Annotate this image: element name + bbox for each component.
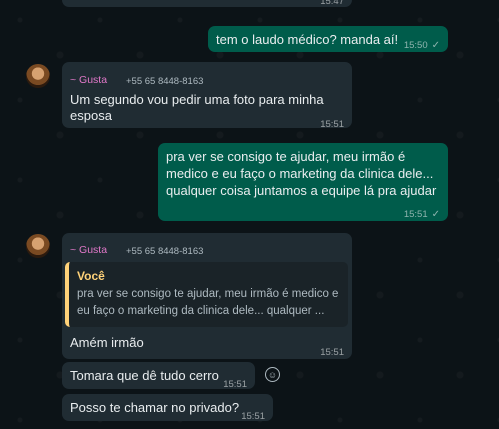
sender-phone: +55 65 8448-8163 bbox=[126, 76, 204, 87]
message-text: Posso te chamar no privado? bbox=[70, 400, 240, 415]
message-time: 15:51 bbox=[320, 347, 344, 358]
message-text-line-3: qualquer coisa juntamos a equipe lá pra … bbox=[166, 183, 437, 198]
sent-check-icon: ✓ bbox=[431, 209, 440, 220]
message-time: 15:50 ✓ bbox=[404, 36, 440, 55]
message-bubble-incoming[interactable]: Posso te chamar no privado? 15:51 bbox=[62, 394, 273, 422]
message-bubble-incoming[interactable]: ~ Gusta +55 65 8448-8163 Você pra ver se… bbox=[62, 233, 352, 359]
sender-name[interactable]: ~ Gusta bbox=[70, 71, 107, 90]
message-bubble-outgoing[interactable]: tem o laudo médico? manda aí! 15:50 ✓ bbox=[208, 26, 448, 52]
message-time: 15:51 bbox=[320, 119, 344, 130]
sent-check-icon: ✓ bbox=[431, 40, 440, 51]
avatar[interactable] bbox=[26, 64, 50, 88]
message-bubble-outgoing[interactable]: pra ver se consigo te ajudar, meu irmão … bbox=[158, 143, 448, 221]
quote-text-line-2: eu faço o marketing da clinica dele... q… bbox=[77, 305, 325, 317]
sender-phone: +55 65 8448-8163 bbox=[126, 246, 204, 257]
message-time: 15:51 bbox=[223, 379, 247, 390]
smiley-icon[interactable]: ☺ bbox=[265, 367, 280, 382]
quoted-message[interactable]: Você pra ver se consigo te ajudar, meu i… bbox=[65, 262, 348, 327]
quote-author: Você bbox=[77, 269, 105, 283]
message-time: 15:47 bbox=[320, 0, 344, 7]
message-time-value: 15:50 bbox=[403, 40, 428, 51]
message-bubble-partial[interactable]: 15:47 bbox=[62, 0, 352, 7]
message-text: tem o laudo médico? manda aí! bbox=[216, 32, 399, 47]
message-bubble-incoming[interactable]: Tomara que dê tudo cerro 15:51 bbox=[62, 362, 255, 390]
message-bubble-incoming[interactable]: ~ Gusta +55 65 8448-8163 Um segundo vou … bbox=[62, 62, 352, 130]
message-time: 15:51 bbox=[241, 411, 265, 422]
sender-name[interactable]: ~ Gusta bbox=[70, 241, 107, 260]
avatar[interactable] bbox=[26, 234, 50, 258]
message-time-value: 15:51 bbox=[403, 209, 428, 220]
message-text: Tomara que dê tudo cerro bbox=[70, 368, 219, 383]
message-text: Amém irmão bbox=[70, 335, 144, 350]
message-time: 15:51 ✓ bbox=[404, 205, 440, 224]
message-text-line-2: esposa bbox=[70, 108, 112, 123]
